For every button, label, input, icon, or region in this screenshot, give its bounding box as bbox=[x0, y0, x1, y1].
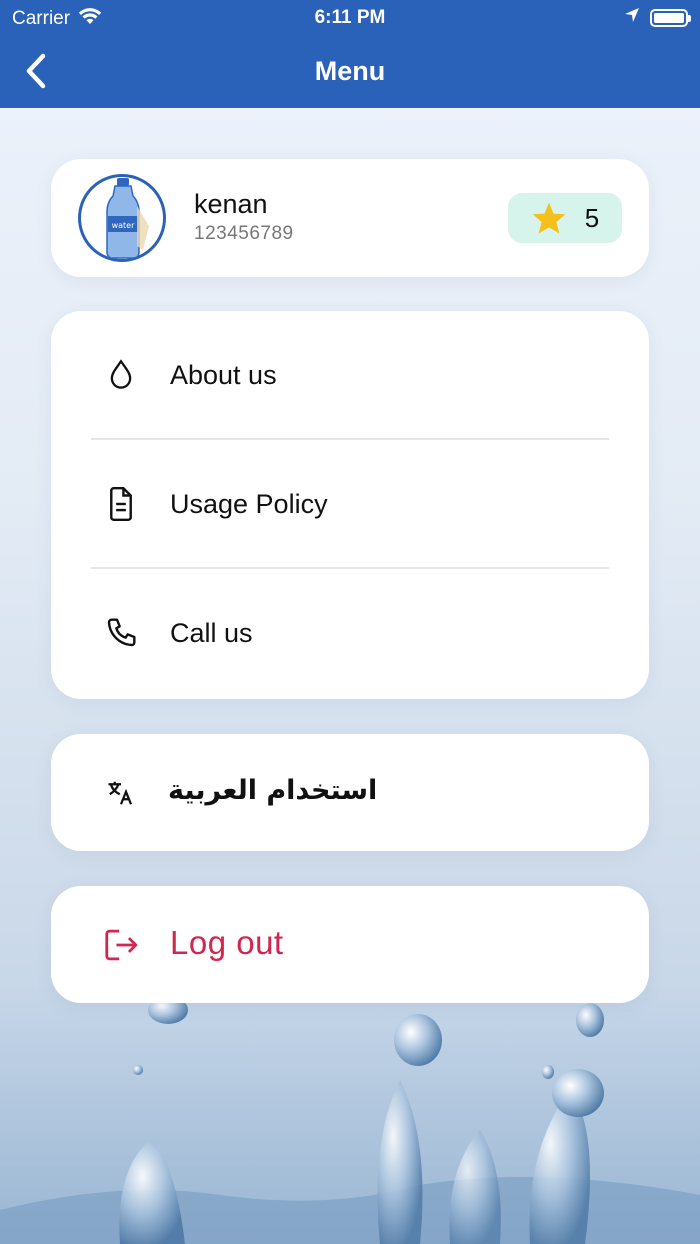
water-drop-icon bbox=[103, 357, 139, 393]
logout-button[interactable]: Log out bbox=[51, 886, 649, 1003]
user-phone: 123456789 bbox=[194, 223, 294, 244]
menu-item-call-us[interactable]: Call us bbox=[51, 569, 649, 697]
points-badge[interactable]: 5 bbox=[508, 193, 622, 243]
avatar: water bbox=[78, 174, 166, 262]
menu-item-usage-policy[interactable]: Usage Policy bbox=[51, 440, 649, 568]
points-value: 5 bbox=[584, 202, 600, 233]
language-label: استخدام العربية bbox=[168, 775, 378, 806]
menu-item-label: About us bbox=[170, 359, 277, 390]
page-title: Menu bbox=[314, 56, 386, 86]
status-right-group bbox=[624, 7, 691, 29]
translate-icon bbox=[103, 775, 139, 811]
user-name: kenan bbox=[194, 189, 268, 219]
star-icon bbox=[532, 202, 566, 234]
water-bottle-icon: water bbox=[106, 178, 149, 259]
menu-item-label: Usage Policy bbox=[170, 488, 328, 519]
logout-label: Log out bbox=[170, 924, 284, 961]
svg-text:water: water bbox=[112, 221, 136, 230]
menu-item-about-us[interactable]: About us bbox=[51, 311, 649, 439]
language-toggle[interactable]: استخدام العربية bbox=[51, 734, 649, 851]
profile-card[interactable]: water kenan 123456789 5 bbox=[51, 159, 649, 277]
status-bar: Carrier 6:11 PM bbox=[0, 0, 700, 36]
document-icon bbox=[103, 486, 139, 522]
menu-card: About us Usage Policy Call us bbox=[51, 311, 649, 699]
location-arrow-icon bbox=[624, 7, 640, 29]
status-time: 6:11 PM bbox=[314, 7, 386, 28]
phone-icon bbox=[103, 615, 139, 651]
battery-icon bbox=[650, 9, 691, 27]
nav-bar: Menu bbox=[0, 36, 700, 108]
menu-item-label: Call us bbox=[170, 617, 253, 648]
app-header: Carrier 6:11 PM Menu bbox=[0, 0, 700, 108]
water-splash-image bbox=[0, 980, 700, 1244]
logout-icon bbox=[103, 926, 141, 964]
